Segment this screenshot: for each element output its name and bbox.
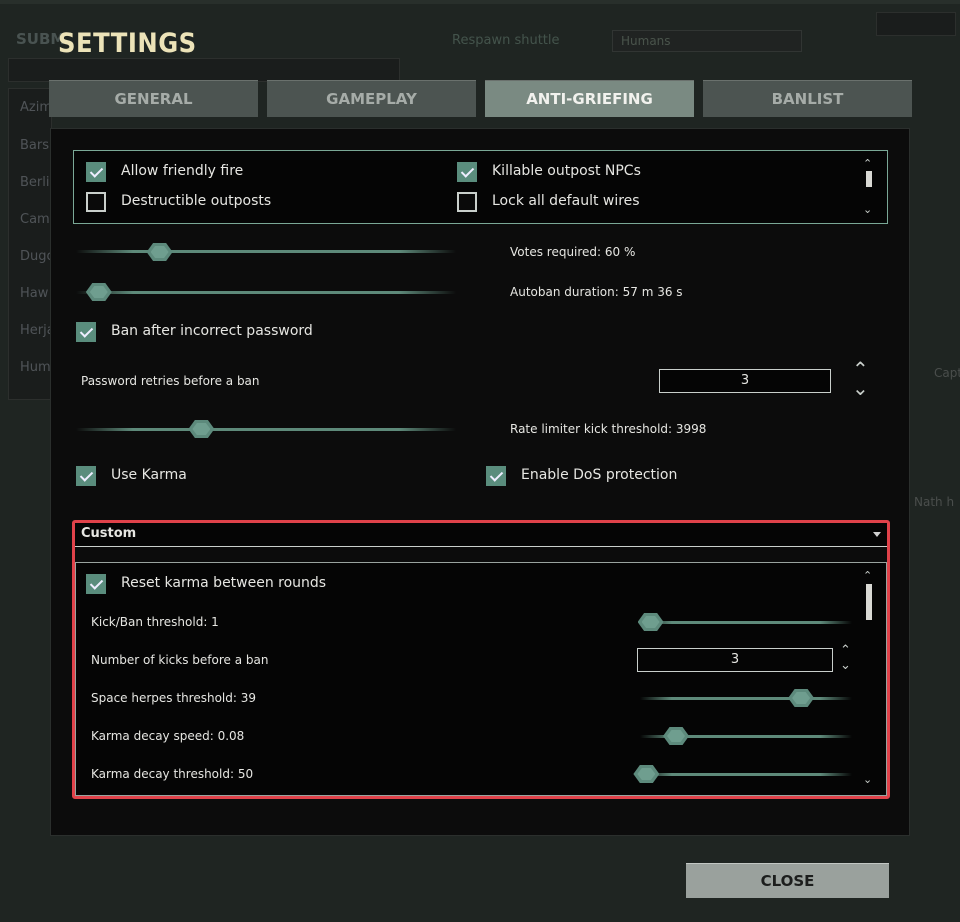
use-karma-label: Use Karma xyxy=(111,467,187,483)
lock-default-wires-label: Lock all default wires xyxy=(492,193,640,209)
karma-decay-speed-label: Karma decay speed: 0.08 xyxy=(91,729,245,743)
tab-general[interactable]: GENERAL xyxy=(49,80,258,117)
scroll-up-icon[interactable]: ⌃ xyxy=(863,156,872,172)
increment-icon[interactable]: ⌃ xyxy=(852,359,869,379)
reset-karma-checkbox[interactable] xyxy=(86,574,106,594)
tab-anti-griefing[interactable]: ANTI-GRIEFING xyxy=(485,80,694,117)
ban-after-incorrect-password-label: Ban after incorrect password xyxy=(111,323,313,339)
karma-preset-value: Custom xyxy=(81,526,137,541)
allow-friendly-fire-checkbox[interactable] xyxy=(86,162,106,182)
enable-dos-protection-label: Enable DoS protection xyxy=(521,467,678,483)
destructible-outposts-label: Destructible outposts xyxy=(121,193,272,209)
kicks-before-ban-label: Number of kicks before a ban xyxy=(91,653,269,667)
votes-required-label: Votes required: 60 % xyxy=(510,245,636,259)
scroll-down-icon[interactable]: ⌄ xyxy=(863,202,872,218)
destructible-outposts-checkbox[interactable] xyxy=(86,192,106,212)
kick-ban-threshold-slider-track[interactable] xyxy=(640,621,852,624)
dialog-title: SETTINGS xyxy=(58,28,197,59)
autoban-duration-slider-track[interactable] xyxy=(76,291,456,294)
use-karma-checkbox[interactable] xyxy=(76,466,96,486)
kick-ban-threshold-label: Kick/Ban threshold: 1 xyxy=(91,615,219,629)
karma-settings-list xyxy=(75,562,887,796)
space-herpes-threshold-label: Space herpes threshold: 39 xyxy=(91,691,257,705)
karma-preset-dropdown[interactable]: Custom xyxy=(75,523,887,547)
increment-icon[interactable]: ⌃ xyxy=(840,643,851,659)
close-button[interactable]: CLOSE xyxy=(686,863,889,898)
karma-decay-threshold-slider-track[interactable] xyxy=(640,773,852,776)
reset-karma-label: Reset karma between rounds xyxy=(121,575,327,591)
rate-limiter-slider-track[interactable] xyxy=(76,428,456,431)
killable-outpost-npcs-checkbox[interactable] xyxy=(457,162,477,182)
allow-friendly-fire-label: Allow friendly fire xyxy=(121,163,244,179)
rate-limiter-label: Rate limiter kick threshold: 3998 xyxy=(510,422,707,436)
decrement-icon[interactable]: ⌄ xyxy=(852,378,869,398)
autoban-duration-label: Autoban duration: 57 m 36 s xyxy=(510,285,683,299)
scroll-up-icon[interactable]: ⌃ xyxy=(863,568,872,584)
kicks-before-ban-input[interactable]: 3 xyxy=(637,648,833,672)
ban-after-incorrect-password-checkbox[interactable] xyxy=(76,322,96,342)
options-checkbox-list xyxy=(73,150,888,224)
decrement-icon[interactable]: ⌄ xyxy=(840,658,851,674)
lock-default-wires-checkbox[interactable] xyxy=(457,192,477,212)
votes-required-slider-track[interactable] xyxy=(76,250,456,253)
space-herpes-threshold-slider-track[interactable] xyxy=(640,697,852,700)
password-retries-label: Password retries before a ban xyxy=(81,374,260,388)
karma-decay-threshold-label: Karma decay threshold: 50 xyxy=(91,767,254,781)
enable-dos-protection-checkbox[interactable] xyxy=(486,466,506,486)
karma-scrollbar-thumb[interactable] xyxy=(866,584,872,620)
scroll-down-icon[interactable]: ⌄ xyxy=(863,772,872,788)
password-retries-input[interactable]: 3 xyxy=(659,369,831,393)
options-scrollbar-thumb[interactable] xyxy=(866,171,872,187)
settings-dialog: SETTINGS GENERAL GAMEPLAY ANTI-GRIEFING … xyxy=(0,0,960,922)
killable-outpost-npcs-label: Killable outpost NPCs xyxy=(492,163,641,179)
dropdown-arrow-icon xyxy=(873,532,881,537)
tab-gameplay[interactable]: GAMEPLAY xyxy=(267,80,476,117)
tab-banlist[interactable]: BANLIST xyxy=(703,80,912,117)
